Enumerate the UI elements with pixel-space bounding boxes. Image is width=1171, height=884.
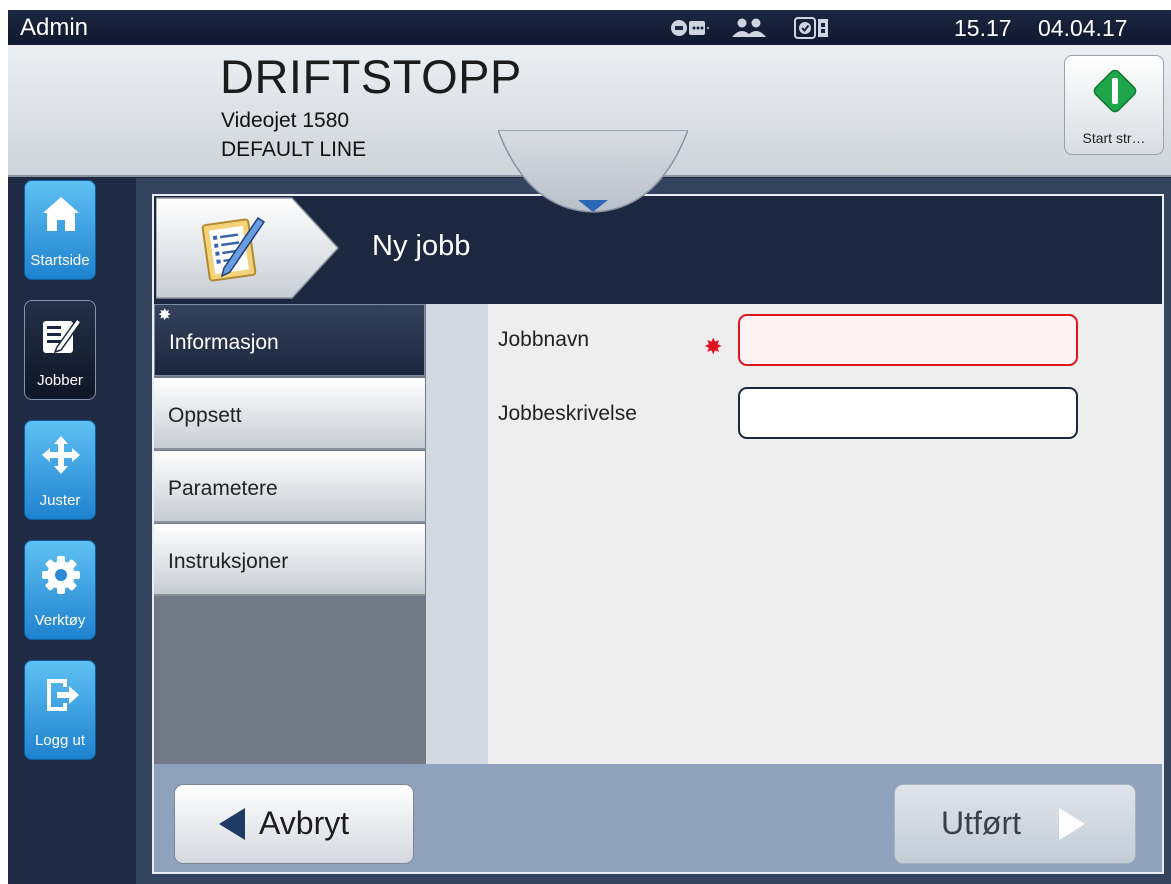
clock-time: 15.17 bbox=[954, 15, 1012, 41]
status-dropdown-tab[interactable] bbox=[498, 130, 688, 220]
sidebar-item-startside[interactable]: Startside bbox=[24, 180, 96, 280]
current-user[interactable]: Admin bbox=[20, 14, 88, 42]
done-label: Utført bbox=[941, 805, 1021, 841]
tab-label: Oppsett bbox=[168, 404, 242, 427]
sidebar-item-logg-ut[interactable]: Logg ut bbox=[24, 660, 96, 760]
sidebar-item-verktoy[interactable]: Verktøy bbox=[24, 540, 96, 640]
clock-date: 04.04.17 bbox=[1038, 15, 1128, 41]
panel-footer: Avbryt Utført bbox=[154, 764, 1162, 872]
required-asterisk-icon: ✸ bbox=[704, 334, 723, 359]
printer-model: Videojet 1580 bbox=[221, 109, 350, 132]
start-printer-icon bbox=[1093, 69, 1137, 113]
sidebar-item-label: Logg ut bbox=[34, 732, 86, 749]
printer-state: DRIFTSTOPP bbox=[220, 50, 522, 103]
sidebar-item-jobber[interactable]: Jobber bbox=[24, 300, 96, 400]
new-job-panel: Ny jobb ✸ Informasjon Oppsett Parametere… bbox=[152, 194, 1164, 874]
sidebar-item-juster[interactable]: Juster bbox=[24, 420, 96, 520]
sidebar-item-label: Jobber bbox=[37, 372, 83, 389]
tab-informasjon[interactable]: ✸ Informasjon bbox=[154, 304, 425, 376]
job-name-input[interactable] bbox=[738, 314, 1078, 366]
status-bar: Admin 15.17 04.04.17 bbox=[8, 10, 1171, 45]
home-icon bbox=[43, 197, 79, 231]
job-tabs: ✸ Informasjon Oppsett Parametere Instruk… bbox=[154, 304, 426, 764]
arrow-right-icon bbox=[1059, 808, 1085, 840]
arrow-left-icon bbox=[219, 808, 245, 840]
required-indicator-icon: ✸ bbox=[158, 307, 172, 324]
job-edit-icon bbox=[43, 317, 83, 354]
clipboard-edit-icon bbox=[201, 216, 266, 282]
job-description-label: Jobbeskrivelse bbox=[498, 402, 637, 425]
tab-oppsett[interactable]: Oppsett bbox=[154, 378, 425, 450]
tab-label: Informasjon bbox=[169, 331, 279, 354]
cancel-button[interactable]: Avbryt bbox=[174, 784, 414, 864]
cancel-label: Avbryt bbox=[259, 805, 350, 841]
printer-ui: Admin 15.17 04.04.17 DRIFTSTOPP Videojet… bbox=[8, 10, 1171, 884]
tab-instruksjoner[interactable]: Instruksjoner bbox=[154, 524, 425, 596]
network-icon bbox=[671, 20, 709, 36]
divider bbox=[426, 304, 488, 764]
line-name: DEFAULT LINE bbox=[221, 138, 367, 161]
gear-icon bbox=[42, 556, 80, 594]
sidebar-item-label: Startside bbox=[30, 252, 90, 269]
sidebar-item-label: Juster bbox=[39, 492, 81, 509]
tab-parametere[interactable]: Parametere bbox=[154, 451, 425, 523]
users-icon bbox=[732, 18, 766, 37]
logout-icon bbox=[47, 679, 79, 711]
move-arrows-icon bbox=[42, 436, 80, 474]
job-description-input[interactable] bbox=[738, 387, 1078, 439]
checklist-status-icon bbox=[794, 17, 828, 39]
job-info-form: Jobbnavn ✸ Jobbeskrivelse bbox=[488, 304, 1162, 764]
sidebar-item-label: Verktøy bbox=[34, 612, 86, 629]
start-printer-button[interactable]: Start str… bbox=[1064, 55, 1164, 155]
tab-label: Parametere bbox=[168, 477, 278, 500]
page-title: Ny jobb bbox=[372, 230, 471, 262]
done-button[interactable]: Utført bbox=[894, 784, 1136, 864]
start-printer-label: Start str… bbox=[1082, 130, 1146, 146]
job-name-label: Jobbnavn bbox=[498, 328, 590, 351]
tab-label: Instruksjoner bbox=[168, 550, 289, 573]
